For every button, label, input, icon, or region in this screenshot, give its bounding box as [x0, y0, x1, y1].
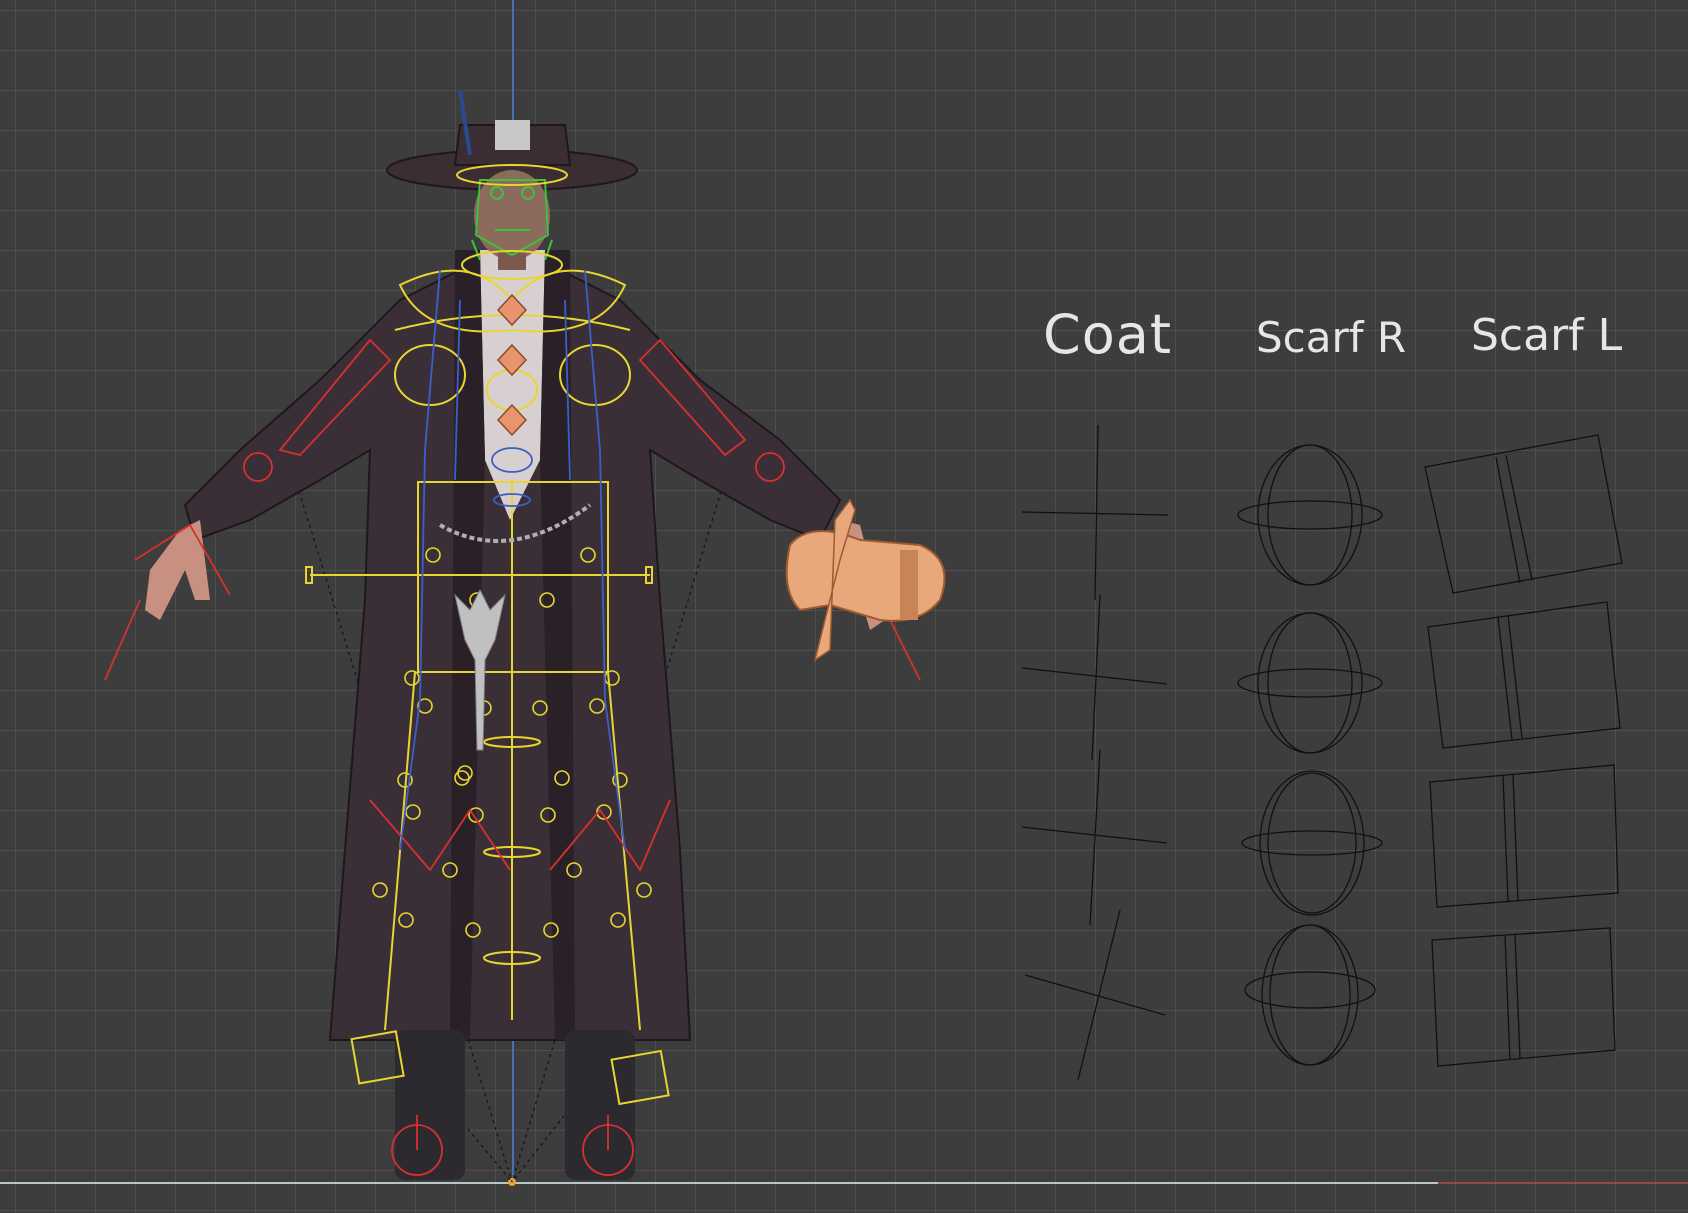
scarf-r-label: Scarf R: [1256, 313, 1407, 362]
scarf-r-widget-spheres: [1237, 444, 1383, 1066]
coat-widget-crosses: [1021, 424, 1169, 1081]
scarf-l-widget-cubes: [1424, 434, 1623, 1067]
coat-label: Coat: [1043, 303, 1173, 366]
custom-widget-shapes: [1021, 424, 1623, 1081]
scarf-l-label: Scarf L: [1471, 310, 1623, 361]
